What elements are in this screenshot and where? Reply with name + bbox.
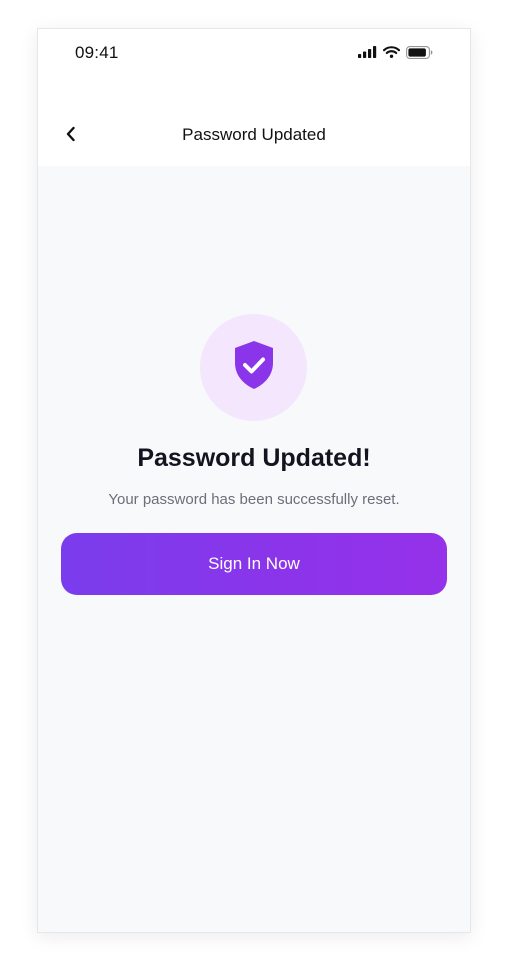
header-area: 09:41 Password Updated bbox=[38, 29, 470, 166]
signal-icon bbox=[358, 46, 377, 58]
page-title: Password Updated bbox=[182, 125, 326, 144]
shield-check-icon bbox=[232, 339, 276, 396]
success-message: Your password has been successfully rese… bbox=[108, 491, 400, 508]
status-time: 09:41 bbox=[75, 43, 119, 62]
status-icons bbox=[358, 45, 433, 59]
navigation-bar: Password Updated bbox=[38, 113, 470, 161]
status-bar: 09:41 bbox=[38, 29, 470, 79]
sign-in-now-button[interactable]: Sign In Now bbox=[61, 533, 447, 595]
success-badge bbox=[200, 314, 307, 421]
phone-screen: 09:41 Password Updated Password Updated!… bbox=[37, 28, 471, 933]
success-headline: Password Updated! bbox=[137, 444, 371, 472]
wifi-icon bbox=[383, 46, 400, 58]
battery-icon bbox=[406, 45, 433, 59]
